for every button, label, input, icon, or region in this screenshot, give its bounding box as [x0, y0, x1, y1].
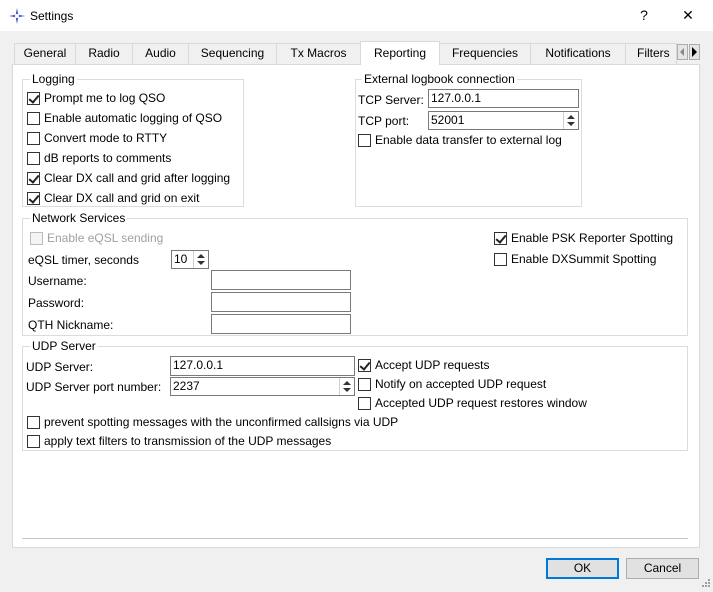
- checkbox-box[interactable]: [30, 231, 43, 245]
- checkbox-box[interactable]: [358, 396, 371, 410]
- prompt-log-qso-checkbox[interactable]: Prompt me to log QSO: [27, 90, 165, 106]
- checkbox-label: Prompt me to log QSO: [44, 91, 166, 105]
- checkbox-label: Accepted UDP request restores window: [375, 396, 587, 410]
- clear-after-logging-checkbox[interactable]: Clear DX call and grid after logging: [27, 170, 230, 186]
- accept-udp-checkbox[interactable]: Accept UDP requests: [358, 357, 490, 373]
- checkbox-label: Enable DXSummit Spotting: [511, 252, 657, 266]
- checkbox-box[interactable]: [27, 131, 40, 145]
- checkbox-box[interactable]: [27, 171, 40, 185]
- db-reports-checkbox[interactable]: dB reports to comments: [27, 150, 171, 166]
- tab-general[interactable]: General: [14, 43, 76, 64]
- checkbox-label: Enable eQSL sending: [47, 231, 164, 245]
- checkbox-box[interactable]: [358, 133, 371, 147]
- checkbox-label: Clear DX call and grid on exit: [44, 191, 200, 205]
- enable-external-transfer-checkbox[interactable]: Enable data transfer to external log: [358, 132, 562, 148]
- checkbox-label: prevent spotting messages with the uncon…: [44, 415, 399, 429]
- spin-down-icon[interactable]: [567, 122, 575, 126]
- tcp-server-input[interactable]: 127.0.0.1: [428, 89, 579, 108]
- password-label: Password:: [28, 296, 85, 310]
- app-icon: [9, 8, 25, 24]
- checkbox-label: Clear DX call and grid after logging: [44, 171, 231, 185]
- checkbox-box[interactable]: [358, 358, 371, 372]
- tab-reporting[interactable]: Reporting: [360, 41, 440, 65]
- udp-server-group-title: UDP Server: [30, 339, 98, 353]
- tcp-port-label: TCP port:: [358, 114, 410, 128]
- username-label: Username:: [28, 274, 87, 288]
- tab-tx-macros[interactable]: Tx Macros: [276, 43, 361, 64]
- enable-eqsl-checkbox[interactable]: Enable eQSL sending: [30, 230, 163, 246]
- tab-notifications[interactable]: Notifications: [530, 43, 626, 64]
- username-input[interactable]: [211, 270, 351, 290]
- spin-up-icon[interactable]: [567, 115, 575, 119]
- window-title: Settings: [30, 9, 74, 23]
- checkbox-box[interactable]: [27, 434, 40, 448]
- panel-separator: [22, 538, 688, 539]
- dxsummit-checkbox[interactable]: Enable DXSummit Spotting: [494, 251, 656, 267]
- close-button[interactable]: ✕: [668, 0, 708, 31]
- prevent-unconfirmed-checkbox[interactable]: prevent spotting messages with the uncon…: [27, 414, 398, 430]
- checkbox-label: Enable data transfer to external log: [375, 133, 562, 147]
- notify-udp-checkbox[interactable]: Notify on accepted UDP request: [358, 376, 546, 392]
- clear-on-exit-checkbox[interactable]: Clear DX call and grid on exit: [27, 190, 199, 206]
- spin-down-icon[interactable]: [197, 261, 205, 265]
- resize-grip-icon[interactable]: [699, 578, 711, 590]
- tab-radio[interactable]: Radio: [75, 43, 133, 64]
- ok-button[interactable]: OK: [546, 558, 619, 579]
- cancel-button[interactable]: Cancel: [626, 558, 699, 579]
- tab-scroll-left-button[interactable]: [677, 44, 688, 60]
- external-logbook-group-title: External logbook connection: [362, 72, 517, 86]
- psk-reporter-checkbox[interactable]: Enable PSK Reporter Spotting: [494, 230, 673, 246]
- udp-text-filters-checkbox[interactable]: apply text filters to transmission of th…: [27, 433, 331, 449]
- checkbox-box[interactable]: [27, 91, 40, 105]
- tab-filters[interactable]: Filters: [625, 43, 677, 64]
- spin-up-icon[interactable]: [343, 381, 351, 385]
- title-bar: [0, 0, 713, 31]
- checkbox-box[interactable]: [358, 377, 371, 391]
- checkbox-box[interactable]: [494, 231, 507, 245]
- convert-rtty-checkbox[interactable]: Convert mode to RTTY: [27, 130, 167, 146]
- checkbox-box[interactable]: [27, 415, 40, 429]
- chevron-right-icon: [692, 47, 697, 57]
- checkbox-label: Enable PSK Reporter Spotting: [511, 231, 674, 245]
- spin-up-icon[interactable]: [197, 254, 205, 258]
- checkbox-box[interactable]: [27, 111, 40, 125]
- logging-group-title: Logging: [30, 72, 77, 86]
- checkbox-label: Enable automatic logging of QSO: [44, 111, 223, 125]
- help-button[interactable]: ?: [624, 0, 664, 31]
- qth-nickname-label: QTH Nickname:: [28, 318, 114, 332]
- udp-port-label: UDP Server port number:: [26, 380, 162, 394]
- checkbox-label: Notify on accepted UDP request: [375, 377, 547, 391]
- tab-audio[interactable]: Audio: [132, 43, 189, 64]
- checkbox-box[interactable]: [27, 191, 40, 205]
- checkbox-box[interactable]: [27, 151, 40, 165]
- checkbox-box[interactable]: [494, 252, 507, 266]
- qth-nickname-input[interactable]: [211, 314, 351, 334]
- network-services-group-title: Network Services: [30, 211, 128, 225]
- eqsl-timer-label: eQSL timer, seconds: [28, 253, 139, 267]
- udp-restore-window-checkbox[interactable]: Accepted UDP request restores window: [358, 395, 587, 411]
- auto-logging-checkbox[interactable]: Enable automatic logging of QSO: [27, 110, 222, 126]
- tcp-port-spinner[interactable]: [563, 112, 577, 129]
- tcp-server-label: TCP Server:: [358, 93, 424, 107]
- tab-sequencing[interactable]: Sequencing: [188, 43, 277, 64]
- udp-port-spinner[interactable]: [339, 378, 353, 395]
- checkbox-label: Accept UDP requests: [375, 358, 490, 372]
- spin-down-icon[interactable]: [343, 388, 351, 392]
- udp-server-label: UDP Server:: [26, 360, 94, 374]
- checkbox-label: Convert mode to RTTY: [44, 131, 168, 145]
- udp-server-input[interactable]: 127.0.0.1: [170, 356, 355, 376]
- tab-scroll-right-button[interactable]: [689, 44, 700, 60]
- chevron-left-icon: [680, 48, 684, 56]
- password-input[interactable]: [211, 292, 351, 312]
- tab-frequencies[interactable]: Frequencies: [439, 43, 531, 64]
- checkbox-label: dB reports to comments: [44, 151, 172, 165]
- eqsl-timer-spinner[interactable]: [193, 251, 207, 268]
- tcp-port-input[interactable]: 52001: [428, 111, 579, 130]
- udp-port-input[interactable]: 2237: [170, 377, 355, 396]
- checkbox-label: apply text filters to transmission of th…: [44, 434, 332, 448]
